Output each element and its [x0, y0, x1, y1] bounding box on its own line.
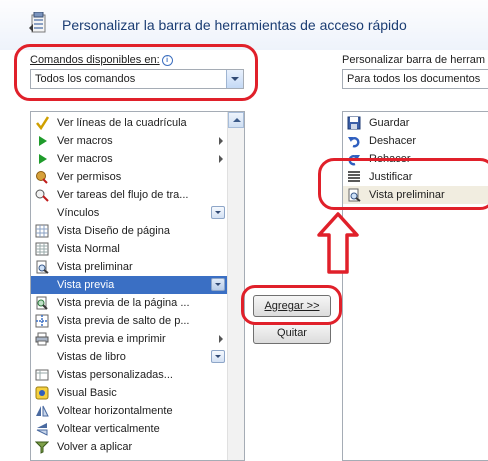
- command-list-item[interactable]: Vista preliminar: [31, 258, 227, 276]
- command-label: Vistas personalizadas...: [57, 369, 173, 381]
- available-commands-list[interactable]: Volver a aplicar Voltear verticalmente Vol…: [30, 111, 245, 461]
- command-list-item[interactable]: Ver macros: [31, 150, 227, 168]
- command-label: Ver macros: [57, 153, 113, 165]
- page-break-preview-icon: [35, 314, 49, 328]
- expand-dropdown-icon[interactable]: [211, 350, 225, 363]
- command-list-item[interactable]: Volver a aplicar: [31, 438, 227, 456]
- customize-toolbar-dropdown[interactable]: Para todos los documentos: [342, 69, 488, 89]
- quick-access-toolbar-icon: [29, 12, 46, 33]
- command-label: Voltear verticalmente: [57, 423, 160, 435]
- submenu-arrow-icon: [219, 137, 223, 145]
- dialog-title: Personalizar la barra de herramientas de…: [62, 17, 407, 33]
- toolbar-command-label: Guardar: [369, 117, 410, 129]
- print-preview-icon: [36, 260, 49, 274]
- visual-basic-icon: [35, 386, 49, 400]
- command-list-item[interactable]: Ver permisos: [31, 168, 227, 186]
- print-icon: [35, 332, 49, 346]
- workflow-icon: [35, 189, 49, 202]
- check-icon: [36, 116, 49, 130]
- command-label: Vista previa e imprimir: [57, 333, 166, 345]
- submenu-arrow-icon: [219, 155, 223, 163]
- command-list-item[interactable]: Vista previa de salto de p...: [31, 312, 227, 330]
- command-label: Ver permisos: [57, 171, 122, 183]
- command-list-item[interactable]: Voltear verticalmente: [31, 420, 227, 438]
- command-list-item[interactable]: Visual Basic: [31, 384, 227, 402]
- command-label: Visual Basic: [57, 387, 117, 399]
- page-preview-icon: [36, 296, 48, 310]
- up-arrow-icon: [317, 212, 359, 274]
- command-label: Vínculos: [57, 207, 100, 219]
- expand-dropdown-icon[interactable]: [211, 278, 225, 291]
- flip-vertical-icon: [36, 423, 48, 436]
- remove-button[interactable]: Quitar: [253, 322, 331, 344]
- command-label: Vista Diseño de página: [57, 225, 170, 237]
- command-label: Voltear horizontalmente: [57, 405, 173, 417]
- command-label: Vista previa: [57, 279, 115, 291]
- expand-dropdown-icon[interactable]: [211, 206, 225, 219]
- list-scrollbar[interactable]: [227, 112, 244, 460]
- command-list-item[interactable]: Voltear horizontalmente: [31, 402, 227, 420]
- command-label: Vista preliminar: [57, 261, 133, 273]
- custom-views-icon: [35, 369, 49, 381]
- command-list-item[interactable]: Ver líneas de la cuadrícula: [31, 114, 227, 132]
- reapply-filter-icon: [35, 441, 49, 454]
- scroll-up-icon[interactable]: [228, 112, 244, 128]
- customize-toolbar-label: Personalizar barra de herram: [342, 54, 486, 66]
- save-icon: [347, 116, 361, 130]
- command-list-item[interactable]: Vistas de libro: [31, 348, 227, 366]
- highlight-combo-annotation: [14, 44, 258, 101]
- command-list-item[interactable]: Ver tareas del flujo de tra...: [31, 186, 227, 204]
- toolbar-command-label: Deshacer: [369, 135, 417, 147]
- command-label: Ver líneas de la cuadrícula: [57, 117, 187, 129]
- dialog-header: Personalizar la barra de herramientas de…: [0, 0, 488, 50]
- command-label: Vista previa de salto de p...: [57, 315, 190, 327]
- highlight-add-annotation: [241, 285, 342, 325]
- command-label: Volver a aplicar: [57, 441, 133, 453]
- undo-icon: [348, 137, 360, 148]
- highlight-added-items-annotation: [318, 158, 488, 210]
- customize-toolbar-value: Para todos los documentos: [347, 73, 481, 85]
- play-icon: [39, 136, 47, 146]
- command-label: Vista Normal: [57, 243, 120, 255]
- command-list-item[interactable]: Vista Diseño de página: [31, 222, 227, 240]
- command-list-item[interactable]: Vista previa de la página ...: [31, 294, 227, 312]
- remove-button-label: Quitar: [277, 327, 307, 339]
- command-label: Ver macros: [57, 135, 113, 147]
- command-label: Vista previa de la página ...: [57, 297, 190, 309]
- command-label: Vistas de libro: [57, 351, 126, 363]
- command-list-item[interactable]: Ver macros: [31, 132, 227, 150]
- play-icon: [39, 154, 47, 164]
- permission-icon: [36, 171, 48, 184]
- toolbar-list-item[interactable]: Deshacer: [343, 132, 488, 150]
- command-list-item[interactable]: Vista previa: [31, 276, 227, 294]
- command-list-item[interactable]: Vista Normal: [31, 240, 227, 258]
- normal-view-icon: [35, 242, 49, 256]
- command-list-item[interactable]: Vínculos: [31, 204, 227, 222]
- submenu-arrow-icon: [219, 335, 223, 343]
- flip-horizontal-icon: [36, 405, 49, 417]
- command-list-item[interactable]: Vistas personalizadas...: [31, 366, 227, 384]
- command-list-item[interactable]: Vista previa e imprimir: [31, 330, 227, 348]
- page-layout-icon: [35, 224, 49, 238]
- command-label: Ver tareas del flujo de tra...: [57, 189, 189, 201]
- toolbar-list-item[interactable]: Guardar: [343, 114, 488, 132]
